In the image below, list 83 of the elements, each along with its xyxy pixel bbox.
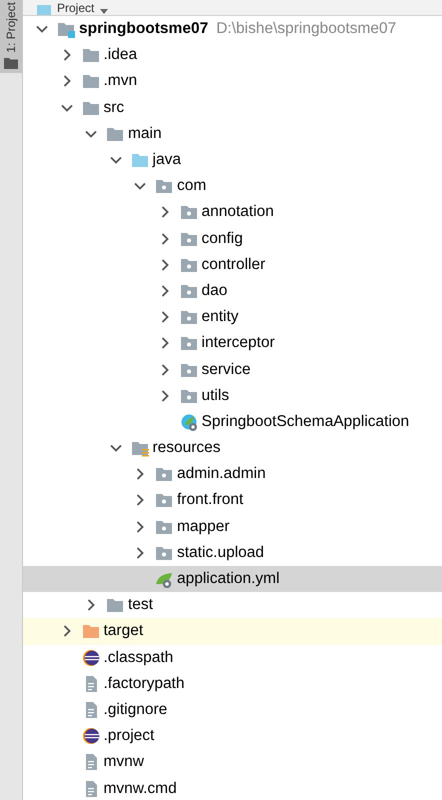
- item-name: main: [128, 124, 162, 143]
- package-folder-icon: [180, 308, 198, 326]
- item-name: .gitignore: [104, 700, 168, 719]
- item-name: static.upload: [177, 544, 264, 562]
- item-name: service: [202, 360, 251, 379]
- folder-icon: [37, 5, 51, 15]
- folder-icon: [4, 56, 18, 69]
- tree-row[interactable]: test: [23, 592, 442, 618]
- tree-row[interactable]: com: [23, 173, 442, 200]
- panel-title: Project: [57, 2, 94, 15]
- package-folder-icon: [155, 465, 173, 484]
- project-tool-tab[interactable]: 1: Project: [0, 0, 22, 73]
- item-name: entity: [202, 308, 239, 326]
- tree-row[interactable]: target: [23, 618, 442, 644]
- item-name: dao: [202, 282, 228, 300]
- tree-row[interactable]: springbootsme07 D:\bishe\springbootsme07: [23, 16, 442, 42]
- project-path: D:\bishe\springbootsme07: [216, 20, 396, 38]
- folder-icon: [82, 46, 100, 64]
- caret-icon[interactable]: [100, 9, 108, 15]
- spring-class-icon: [180, 412, 198, 431]
- folder-icon: [82, 622, 100, 640]
- tree-row[interactable]: admin.admin: [23, 461, 442, 488]
- item-name: src: [104, 98, 124, 117]
- tree-row[interactable]: utils: [23, 382, 442, 409]
- item-name: SpringbootSchemaApplication: [202, 412, 410, 431]
- tree-row[interactable]: .gitignore: [23, 696, 442, 724]
- item-name: interceptor: [202, 334, 275, 352]
- item-name: .classpath: [104, 648, 174, 667]
- item-name: mvnw: [104, 753, 144, 772]
- item-name: com: [177, 177, 206, 196]
- item-name: .mvn: [104, 72, 138, 90]
- folder-icon: [82, 72, 100, 90]
- tree-row[interactable]: controller: [23, 252, 442, 278]
- item-name: mapper: [177, 518, 230, 536]
- tree-row[interactable]: service: [23, 356, 442, 383]
- item-name: java: [152, 151, 181, 170]
- tree-row[interactable]: .factorypath: [23, 670, 442, 697]
- tree-row[interactable]: src: [23, 94, 442, 121]
- tree-row[interactable]: application.yml: [23, 566, 442, 592]
- tree-row[interactable]: .idea: [23, 42, 442, 68]
- item-name: controller: [202, 256, 266, 274]
- tree-row[interactable]: java: [23, 146, 442, 174]
- item-name: config: [202, 230, 243, 248]
- project-folder-icon: [57, 20, 75, 38]
- package-folder-icon: [180, 203, 198, 222]
- tree-row[interactable]: SpringbootSchemaApplication: [23, 408, 442, 435]
- package-folder-icon: [155, 491, 173, 510]
- item-name: .factorypath: [104, 674, 184, 693]
- item-name: mvnw.cmd: [104, 780, 177, 798]
- tree-row[interactable]: annotation: [23, 199, 442, 226]
- item-name: resources: [152, 439, 221, 458]
- item-name: test: [128, 596, 153, 614]
- item-name: admin.admin: [177, 465, 266, 484]
- tree-row[interactable]: mapper: [23, 514, 442, 540]
- package-folder-icon: [155, 177, 173, 196]
- tree-row[interactable]: .mvn: [23, 68, 442, 95]
- item-name: target: [104, 622, 144, 640]
- folder-icon: [106, 596, 124, 614]
- tree-row[interactable]: static.upload: [23, 540, 442, 566]
- tree-row[interactable]: main: [23, 120, 442, 147]
- item-name: utils: [202, 386, 230, 405]
- item-name: springbootsme07: [79, 20, 208, 38]
- tree-row[interactable]: config: [23, 226, 442, 252]
- item-name: annotation: [202, 203, 274, 222]
- tree-row[interactable]: front.front: [23, 487, 442, 514]
- tree-row[interactable]: entity: [23, 304, 442, 330]
- item-name: .project: [104, 727, 154, 746]
- leaf-gear-icon: [155, 570, 173, 588]
- item-name: front.front: [177, 491, 244, 510]
- tree-row[interactable]: .classpath: [23, 644, 442, 671]
- tree-row[interactable]: dao: [23, 278, 442, 304]
- eclipse-file-icon: [82, 648, 100, 667]
- folder-icon: [130, 151, 148, 170]
- tree-row[interactable]: .project: [23, 723, 442, 750]
- item-name: application.yml: [177, 570, 280, 588]
- item-name: .idea: [104, 46, 138, 64]
- resource-folder-icon: [130, 439, 148, 458]
- tree-row[interactable]: interceptor: [23, 330, 442, 356]
- tree-row[interactable]: resources: [23, 435, 442, 462]
- eclipse-file-icon: [82, 727, 100, 746]
- package-folder-icon: [180, 334, 198, 352]
- tree-row[interactable]: mvnw.cmd: [23, 775, 442, 800]
- tree-row[interactable]: mvnw: [23, 749, 442, 776]
